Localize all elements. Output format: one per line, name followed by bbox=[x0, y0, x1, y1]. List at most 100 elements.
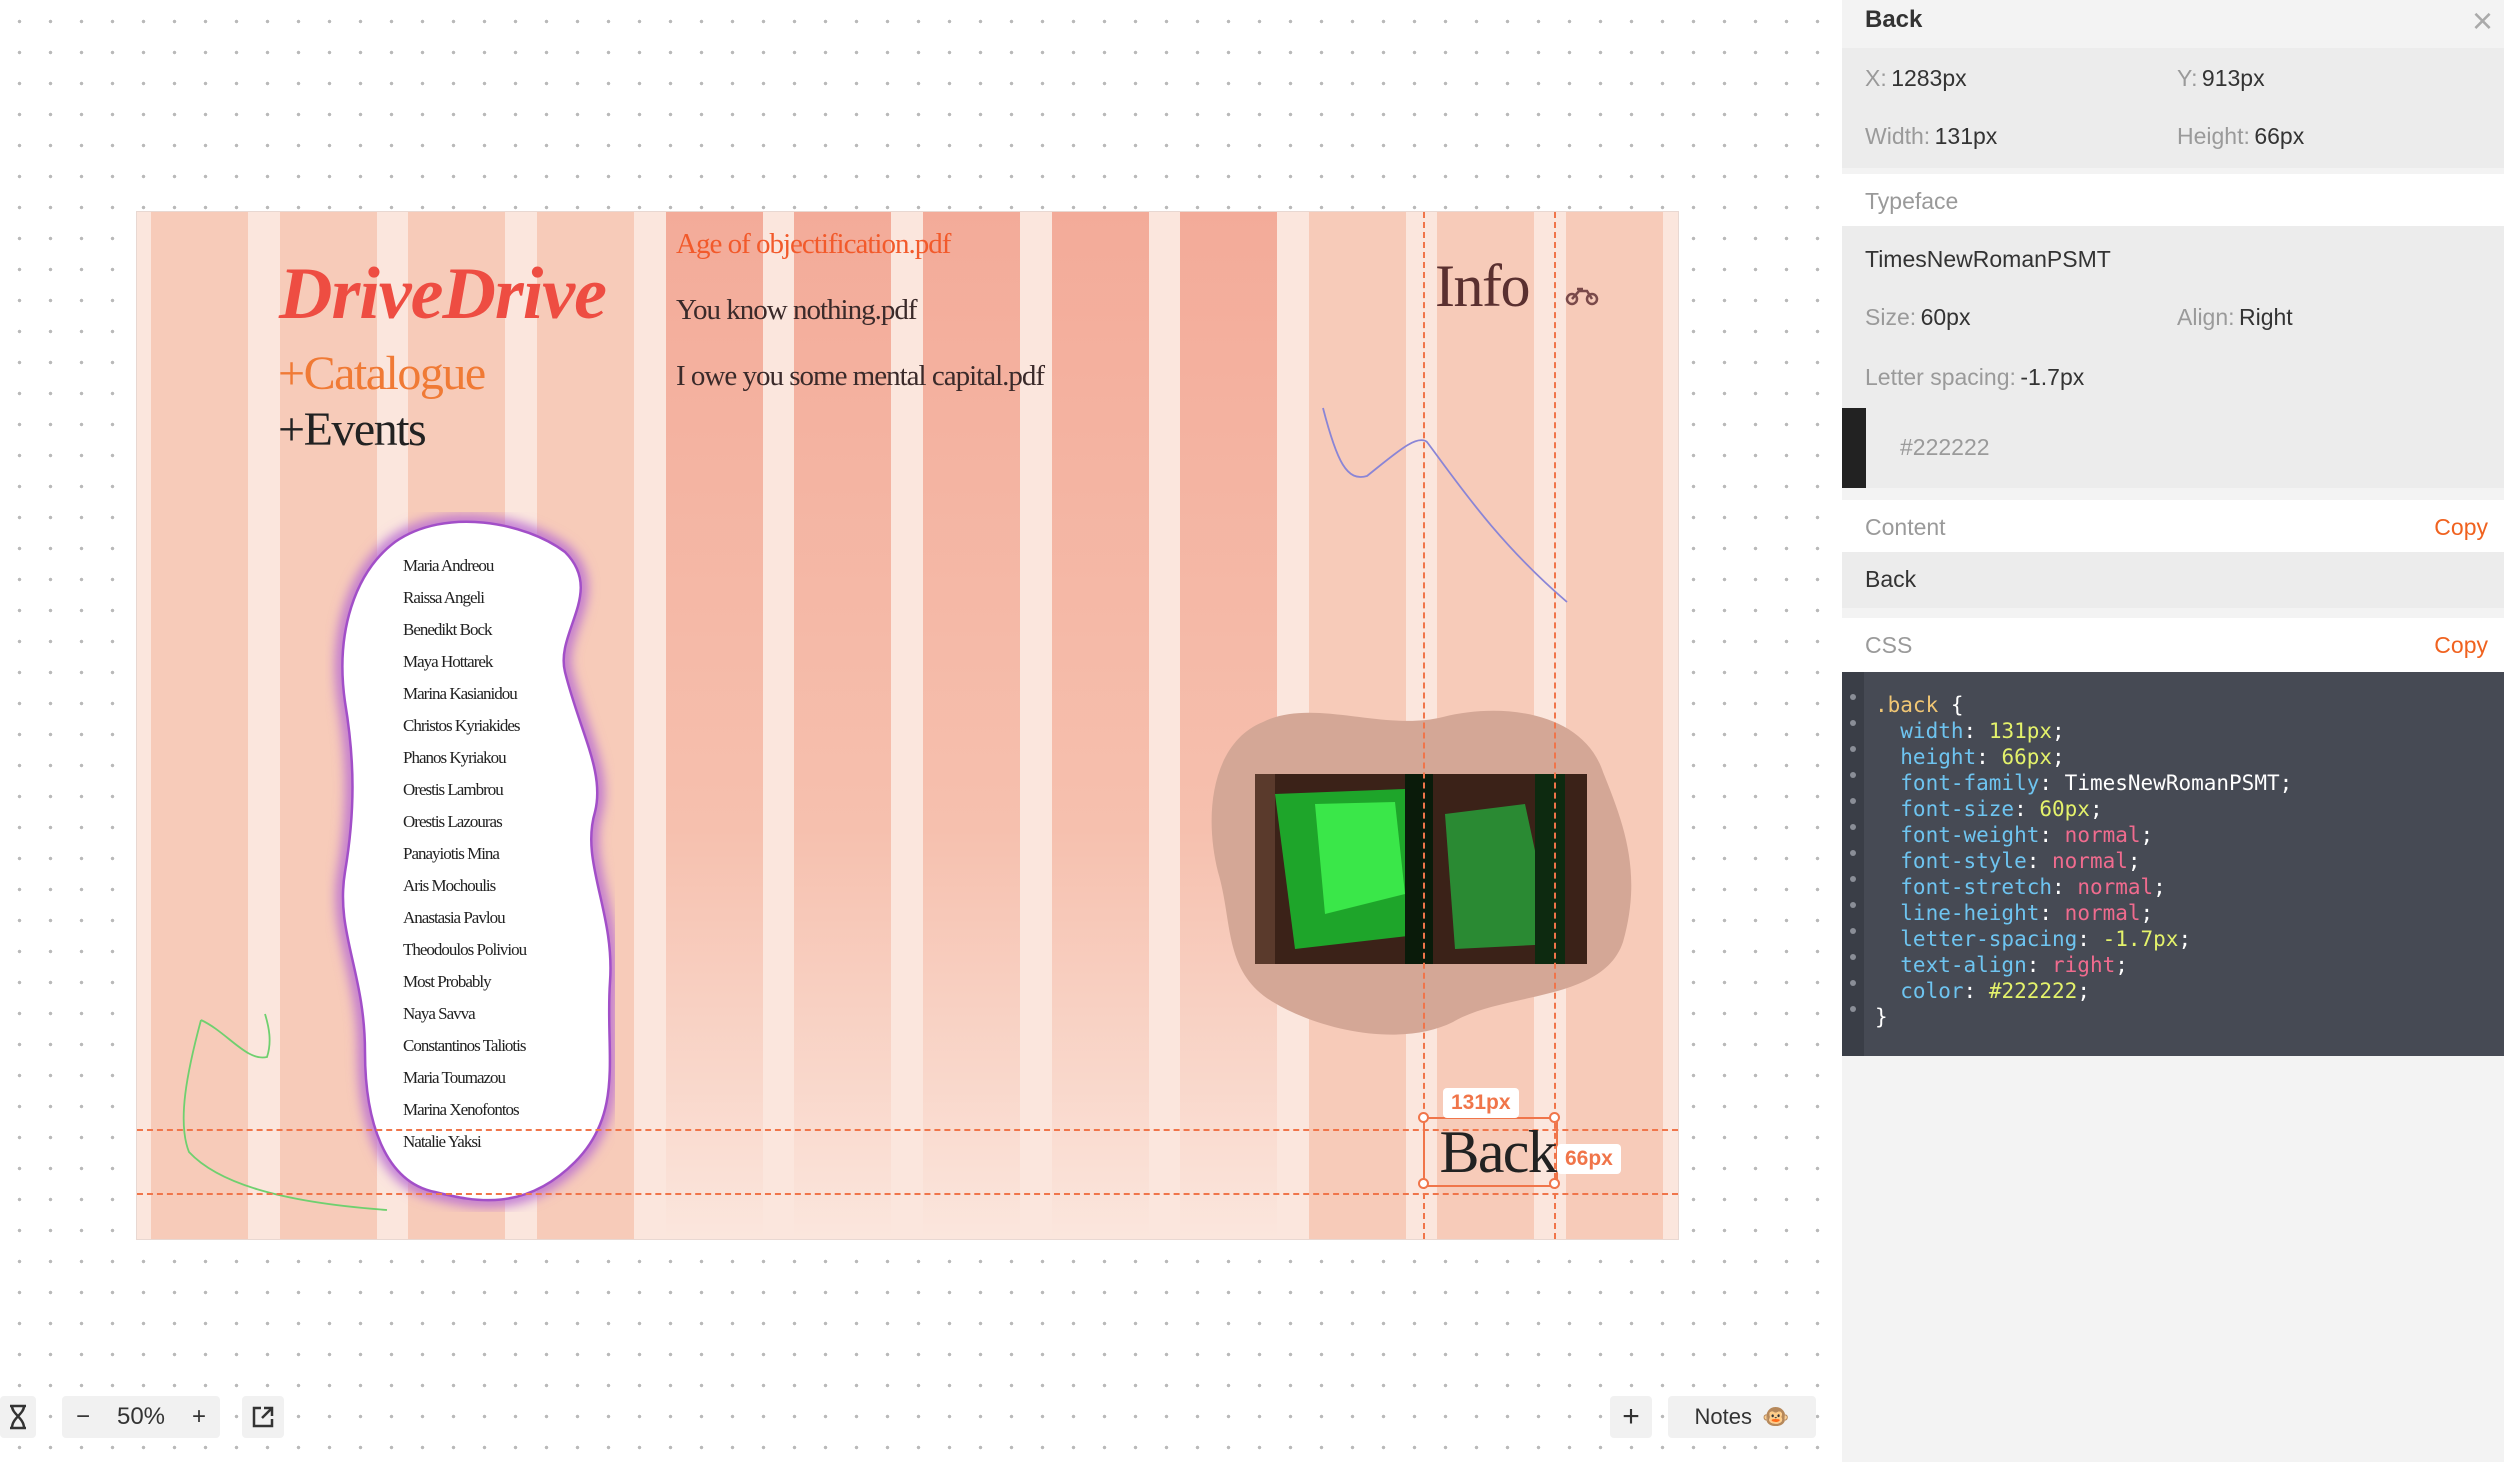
code-line: font-size: 60px; bbox=[1875, 796, 2292, 822]
line-marker bbox=[1850, 772, 1856, 778]
size-label: Size: bbox=[1865, 304, 1917, 330]
line-markers bbox=[1850, 694, 1856, 1032]
line-marker bbox=[1850, 798, 1856, 804]
code-punct: ; bbox=[2127, 849, 2141, 873]
color-swatch bbox=[1842, 408, 1866, 488]
css-value: normal bbox=[2052, 849, 2128, 873]
panel-blank bbox=[1842, 1056, 2504, 1462]
css-value: normal bbox=[2064, 823, 2141, 847]
css-value: 66px bbox=[2001, 745, 2053, 769]
css-property: line-height bbox=[1875, 901, 2040, 925]
height-label: Height: bbox=[2177, 123, 2250, 149]
hourglass-icon[interactable] bbox=[0, 1396, 36, 1438]
css-property: width bbox=[1875, 719, 1964, 743]
css-copy-button[interactable]: Copy bbox=[2434, 632, 2488, 659]
width-value: 131px bbox=[1934, 123, 1998, 149]
align-label: Align: bbox=[2177, 304, 2235, 330]
code-punct: ; bbox=[2115, 953, 2128, 977]
color-hex[interactable]: #222222 bbox=[1900, 434, 1990, 461]
add-button[interactable]: + bbox=[1610, 1396, 1652, 1438]
code-line: font-family: TimesNewRomanPSMT; bbox=[1875, 770, 2292, 796]
content-copy-button[interactable]: Copy bbox=[2434, 514, 2488, 541]
line-marker bbox=[1850, 928, 1856, 934]
code-line: font-stretch: normal; bbox=[1875, 874, 2292, 900]
y-value: 913px bbox=[2201, 65, 2265, 91]
letter-spacing-value: -1.7px bbox=[2020, 364, 2085, 390]
monkey-icon: 🐵 bbox=[1762, 1404, 1790, 1429]
css-property: letter-spacing bbox=[1875, 927, 2078, 951]
css-selector: .back bbox=[1875, 693, 1939, 717]
content-section: Back bbox=[1842, 552, 2504, 608]
css-value: TimesNewRomanPSMT bbox=[2064, 771, 2280, 795]
code-punct: : bbox=[2039, 901, 2065, 925]
canvas[interactable]: DriveDrive +Catalogue +Events Age of obj… bbox=[0, 0, 1840, 1462]
width-tag: 131px bbox=[1443, 1088, 1519, 1118]
content-header: Content Copy bbox=[1842, 500, 2504, 552]
code-punct: : bbox=[2039, 823, 2065, 847]
resize-handle[interactable] bbox=[1549, 1112, 1560, 1123]
code-line: } bbox=[1875, 1004, 2292, 1030]
content-label: Content bbox=[1865, 514, 1946, 540]
zoom-control: − 50% + bbox=[62, 1396, 220, 1438]
artboard[interactable]: DriveDrive +Catalogue +Events Age of obj… bbox=[136, 211, 1679, 1240]
x-label: X: bbox=[1865, 65, 1887, 91]
close-icon[interactable]: × bbox=[2472, 0, 2493, 42]
line-marker bbox=[1850, 1006, 1856, 1012]
code-line: color: #222222; bbox=[1875, 978, 2292, 1004]
code-brace: { bbox=[1938, 693, 1964, 717]
resize-handle[interactable] bbox=[1418, 1112, 1429, 1123]
gallery-photo[interactable] bbox=[1255, 774, 1587, 964]
inspector-panel: Back × X: 1283px Y: 913px Width: 131px H… bbox=[1842, 0, 2504, 1462]
inspector-title: Back bbox=[1865, 6, 1923, 33]
css-property: font-stretch bbox=[1875, 875, 2053, 899]
line-marker bbox=[1850, 720, 1856, 726]
notes-label: Notes bbox=[1694, 1404, 1753, 1429]
code-line: height: 66px; bbox=[1875, 744, 2292, 770]
code-punct: : bbox=[1976, 745, 2002, 769]
x-value: 1283px bbox=[1891, 65, 1967, 91]
line-marker bbox=[1850, 746, 1856, 752]
code-punct: ; bbox=[2140, 823, 2154, 847]
code-punct: ; bbox=[2279, 771, 2293, 795]
zoom-in-button[interactable]: + bbox=[192, 1403, 206, 1431]
content-value[interactable]: Back bbox=[1865, 566, 1916, 593]
css-property: font-weight bbox=[1875, 823, 2040, 847]
zoom-out-button[interactable]: − bbox=[76, 1403, 90, 1431]
code-punct: : bbox=[2026, 953, 2053, 977]
notes-button[interactable]: Notes 🐵 bbox=[1668, 1396, 1816, 1438]
resize-handle[interactable] bbox=[1418, 1178, 1429, 1189]
css-label: CSS bbox=[1865, 632, 1913, 658]
line-marker bbox=[1850, 850, 1856, 856]
guide-line bbox=[1554, 212, 1556, 1239]
code-punct: : bbox=[2052, 875, 2078, 899]
height-tag: 66px bbox=[1557, 1144, 1621, 1174]
line-marker bbox=[1850, 902, 1856, 908]
code-punct: : bbox=[1963, 979, 1989, 1003]
line-marker bbox=[1850, 980, 1856, 986]
code-punct: : bbox=[2039, 771, 2065, 795]
height-value: 66px bbox=[2254, 123, 2305, 149]
css-code: .back { width: 131px; height: 66px; font… bbox=[1875, 692, 2292, 1030]
code-line: .back { bbox=[1875, 692, 2292, 718]
code-line: text-align: right; bbox=[1875, 952, 2292, 978]
back-text[interactable]: Back bbox=[1425, 1119, 1558, 1185]
code-punct: : bbox=[2014, 797, 2040, 821]
line-marker bbox=[1850, 694, 1856, 700]
code-punct: ; bbox=[2178, 927, 2192, 951]
typeface-section: TimesNewRomanPSMT Size: 60px Align: Righ… bbox=[1842, 226, 2504, 488]
resize-handle[interactable] bbox=[1549, 1178, 1560, 1189]
css-value: 131px bbox=[1988, 719, 2053, 743]
css-value: right bbox=[2052, 953, 2116, 977]
code-punct: ; bbox=[2089, 797, 2103, 821]
color-row[interactable]: #222222 bbox=[1842, 408, 2504, 488]
css-value: normal bbox=[2077, 875, 2154, 899]
open-external-icon[interactable] bbox=[242, 1396, 284, 1438]
code-line: letter-spacing: -1.7px; bbox=[1875, 926, 2292, 952]
align-value: Right bbox=[2239, 304, 2293, 330]
plus-icon: + bbox=[1622, 1400, 1640, 1433]
typeface-header: Typeface bbox=[1842, 174, 2504, 226]
css-code-block[interactable]: .back { width: 131px; height: 66px; font… bbox=[1842, 672, 2504, 1056]
code-punct: : bbox=[2077, 927, 2103, 951]
css-value: -1.7px bbox=[2102, 927, 2179, 951]
guide-line bbox=[137, 1193, 1678, 1195]
